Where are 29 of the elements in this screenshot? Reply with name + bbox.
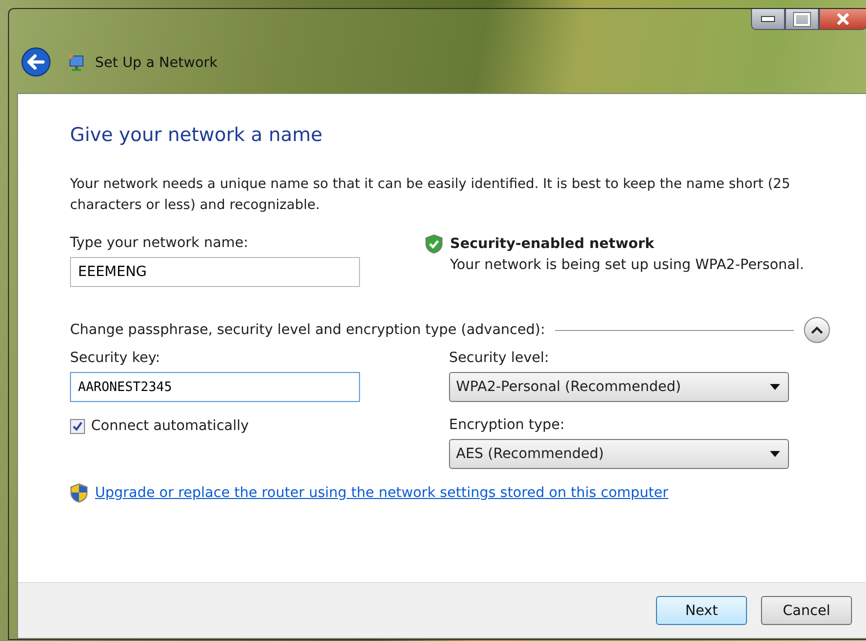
minimize-button[interactable] bbox=[751, 9, 785, 30]
back-button[interactable] bbox=[21, 47, 53, 79]
network-name-label: Type your network name: bbox=[70, 234, 250, 252]
connect-automatically-checkbox[interactable]: Connect automatically bbox=[70, 418, 360, 434]
close-icon bbox=[836, 13, 850, 25]
cancel-button[interactable]: Cancel bbox=[761, 596, 852, 625]
close-button[interactable] bbox=[819, 9, 866, 30]
shield-check-icon bbox=[425, 234, 443, 254]
intro-text: Your network needs a unique name so that it can be easily identified. It is best to keep the name short (25 characters or less) and recognizable. bbox=[70, 175, 792, 215]
chevron-icon bbox=[811, 326, 823, 334]
encryption-type-label: Encryption type: bbox=[449, 416, 566, 434]
security-status-detail: Your network is being set up using WPA2-Personal. bbox=[450, 256, 804, 275]
maximize-button[interactable] bbox=[785, 9, 819, 30]
checkbox[interactable] bbox=[70, 418, 85, 434]
next-button[interactable]: Next bbox=[656, 596, 747, 625]
security-level-label: Security level: bbox=[449, 349, 550, 367]
network-name-field[interactable]: EEEMENG bbox=[70, 257, 360, 287]
uac-shield-icon bbox=[70, 483, 88, 503]
connect-automatically-label: Connect automatically bbox=[91, 418, 249, 434]
encryption-type-dropdown[interactable]: AES (Recommended) bbox=[449, 439, 789, 469]
security-key-field[interactable]: AARONEST2345 bbox=[70, 372, 360, 402]
advanced-options-label: Change passphrase, security level and encryption type (advanced): bbox=[70, 322, 546, 338]
security-level-dropdown[interactable]: WPA2-Personal (Recommended) bbox=[449, 372, 789, 402]
security-key-label: Security key: bbox=[70, 349, 162, 367]
security-status-title: Security-enabled network bbox=[450, 235, 656, 254]
page-heading: Give your network a name bbox=[70, 124, 324, 146]
upgrade-router-link[interactable]: Upgrade or replace the router using the network settings stored on this computer bbox=[95, 485, 668, 501]
window-title: Set Up a Network bbox=[95, 55, 218, 71]
collapse-button[interactable] bbox=[804, 317, 830, 343]
